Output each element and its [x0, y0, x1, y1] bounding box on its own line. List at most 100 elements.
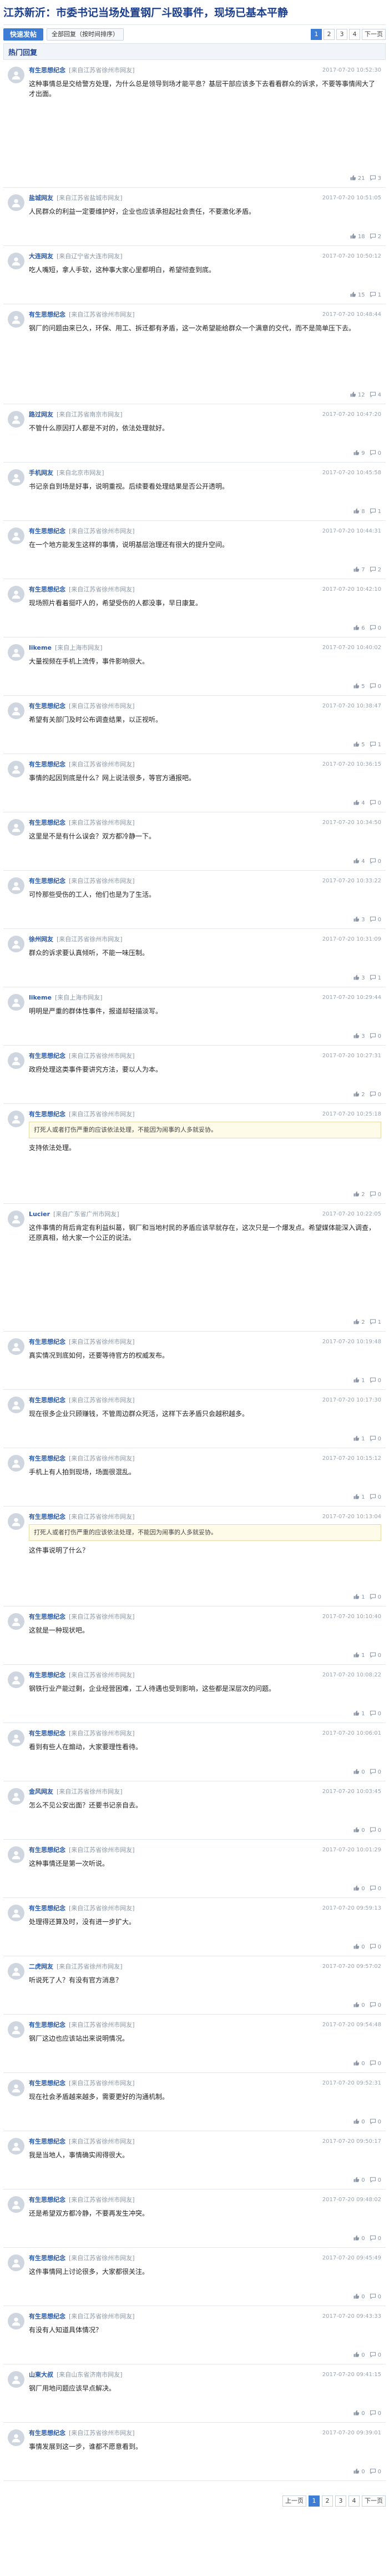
- avatar[interactable]: [8, 411, 24, 428]
- reply-button[interactable]: 0: [370, 857, 381, 866]
- like-button[interactable]: 21: [350, 174, 365, 183]
- like-button[interactable]: 0: [353, 2234, 365, 2243]
- username-link[interactable]: 有生思想纪念: [29, 585, 65, 594]
- reply-button[interactable]: 0: [370, 916, 381, 924]
- like-button[interactable]: 0: [353, 1943, 365, 1951]
- username-link[interactable]: 有生思想纪念: [29, 1612, 65, 1621]
- username-link[interactable]: 有生思想纪念: [29, 701, 65, 710]
- username-link[interactable]: 手机网友: [29, 468, 53, 477]
- username-link[interactable]: 有生思想纪念: [29, 760, 65, 769]
- reply-button[interactable]: 0: [370, 2234, 381, 2243]
- reply-button[interactable]: 0: [370, 2293, 381, 2301]
- footer-page-link-2[interactable]: 2: [322, 2495, 333, 2507]
- avatar[interactable]: [8, 761, 24, 777]
- page-link-4[interactable]: 4: [349, 28, 360, 40]
- like-button[interactable]: 18: [350, 233, 365, 241]
- reply-button[interactable]: 0: [370, 799, 381, 807]
- username-link[interactable]: 有生思想纪念: [29, 310, 65, 319]
- reply-button[interactable]: 0: [370, 1091, 381, 1099]
- quick-post-button[interactable]: 快速发帖: [3, 28, 44, 41]
- like-button[interactable]: 3: [353, 916, 365, 924]
- username-link[interactable]: likeme: [29, 994, 52, 1001]
- like-button[interactable]: 0: [353, 2468, 365, 2476]
- footer-page-link-3[interactable]: 3: [335, 2495, 346, 2507]
- reply-button[interactable]: 0: [370, 1032, 381, 1041]
- like-button[interactable]: 1: [353, 1377, 365, 1385]
- avatar[interactable]: [8, 67, 24, 83]
- page-link-1[interactable]: 1: [311, 28, 322, 40]
- page-link-3[interactable]: 3: [336, 28, 347, 40]
- reply-button[interactable]: 0: [370, 682, 381, 691]
- like-button[interactable]: 5: [353, 682, 365, 691]
- like-button[interactable]: 0: [353, 1768, 365, 1776]
- username-link[interactable]: 有生思想纪念: [29, 1454, 65, 1463]
- avatar[interactable]: [8, 1671, 24, 1688]
- avatar[interactable]: [8, 702, 24, 719]
- avatar[interactable]: [8, 586, 24, 602]
- reply-button[interactable]: 0: [370, 624, 381, 632]
- footer-next-page-button[interactable]: 下一页: [362, 2495, 386, 2507]
- view-all-replies-button[interactable]: 全部回复（按时间排序）: [47, 28, 124, 41]
- next-page-button[interactable]: 下一页: [362, 28, 386, 40]
- reply-button[interactable]: 2: [370, 566, 381, 574]
- reply-button[interactable]: 1: [370, 1318, 381, 1327]
- avatar[interactable]: [8, 1730, 24, 1746]
- avatar[interactable]: [8, 253, 24, 269]
- reply-button[interactable]: 0: [370, 1593, 381, 1601]
- username-link[interactable]: 有生思想纪念: [29, 1729, 65, 1738]
- avatar[interactable]: [8, 644, 24, 661]
- avatar[interactable]: [8, 2254, 24, 2271]
- avatar[interactable]: [8, 1052, 24, 1069]
- avatar[interactable]: [8, 1397, 24, 1413]
- username-link[interactable]: 金风网友: [29, 1787, 53, 1796]
- reply-button[interactable]: 0: [370, 1943, 381, 1951]
- username-link[interactable]: 二虎网友: [29, 1962, 53, 1971]
- avatar[interactable]: [8, 2429, 24, 2446]
- avatar[interactable]: [8, 1905, 24, 1921]
- username-link[interactable]: 有生思想纪念: [29, 2312, 65, 2321]
- reply-button[interactable]: 0: [370, 2060, 381, 2068]
- avatar[interactable]: [8, 2313, 24, 2329]
- avatar[interactable]: [8, 194, 24, 211]
- like-button[interactable]: 0: [353, 2060, 365, 2068]
- username-link[interactable]: 山東大叔: [29, 2370, 53, 2379]
- avatar[interactable]: [8, 2196, 24, 2213]
- like-button[interactable]: 15: [350, 291, 365, 299]
- reply-button[interactable]: 3: [370, 174, 381, 183]
- reply-button[interactable]: 0: [370, 1651, 381, 1660]
- username-link[interactable]: 有生思想纪念: [29, 1845, 65, 1854]
- like-button[interactable]: 5: [353, 741, 365, 749]
- like-button[interactable]: 2: [353, 1191, 365, 1199]
- reply-button[interactable]: 0: [370, 2118, 381, 2126]
- reply-button[interactable]: 2: [370, 233, 381, 241]
- avatar[interactable]: [8, 1111, 24, 1127]
- avatar[interactable]: [8, 2138, 24, 2155]
- like-button[interactable]: 0: [353, 1826, 365, 1835]
- reply-button[interactable]: 0: [370, 1768, 381, 1776]
- like-button[interactable]: 1: [353, 1710, 365, 1718]
- reply-button[interactable]: 1: [370, 974, 381, 982]
- username-link[interactable]: 路过网友: [29, 410, 53, 419]
- like-button[interactable]: 0: [353, 2118, 365, 2126]
- username-link[interactable]: likeme: [29, 644, 52, 651]
- username-link[interactable]: 有生思想纪念: [29, 876, 65, 885]
- reply-button[interactable]: 0: [370, 2351, 381, 2359]
- like-button[interactable]: 9: [353, 449, 365, 458]
- username-link[interactable]: 有生思想纪念: [29, 818, 65, 827]
- like-button[interactable]: 1: [353, 1493, 365, 1502]
- reply-button[interactable]: 4: [370, 391, 381, 399]
- username-link[interactable]: 有生思想纪念: [29, 1395, 65, 1404]
- username-link[interactable]: 有生思想纪念: [29, 66, 65, 74]
- avatar[interactable]: [8, 1455, 24, 1472]
- username-link[interactable]: 有生思想纪念: [29, 1904, 65, 1912]
- avatar[interactable]: [8, 1513, 24, 1530]
- username-link[interactable]: 有生思想纪念: [29, 2137, 65, 2146]
- username-link[interactable]: 有生思想纪念: [29, 1670, 65, 1679]
- reply-button[interactable]: 0: [370, 1710, 381, 1718]
- like-button[interactable]: 3: [353, 1032, 365, 1041]
- prev-page-button[interactable]: 上一页: [282, 2495, 306, 2507]
- like-button[interactable]: 0: [353, 2001, 365, 2010]
- reply-button[interactable]: 0: [370, 1885, 381, 1893]
- username-link[interactable]: 有生思想纪念: [29, 2078, 65, 2087]
- avatar[interactable]: [8, 528, 24, 544]
